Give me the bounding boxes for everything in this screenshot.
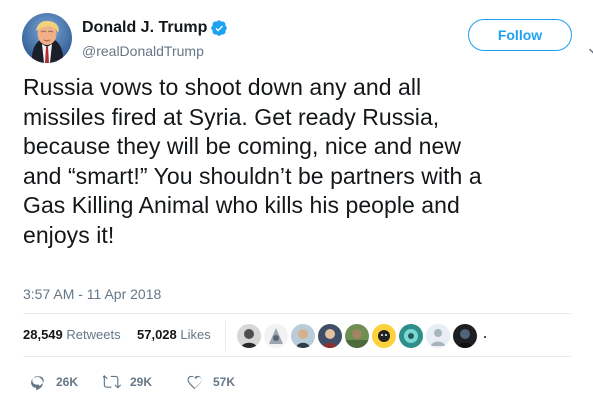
retweets-label: Retweets [66,327,121,342]
tweet-card: Donald J. Trump @realDonaldTrump Follow … [0,0,593,414]
retweets-value: 28,549 [23,327,63,342]
screen-name[interactable]: @realDonaldTrump [82,42,204,60]
liker-avatar-3[interactable] [291,324,315,348]
likes-label: Likes [180,327,211,342]
avatar-image [22,13,72,63]
reply-icon [29,373,47,391]
follow-button[interactable]: Follow [468,19,572,51]
retweet-count: 29K [130,375,153,389]
user-block: Donald J. Trump @realDonaldTrump [82,15,332,63]
liker-avatar-1[interactable] [237,324,261,348]
heart-icon [186,373,204,391]
liker-avatar-8[interactable] [426,324,450,348]
reply-button[interactable]: 26K [29,372,78,392]
retweet-icon [103,373,121,391]
liker-avatar-4[interactable] [318,324,342,348]
liker-avatar-5[interactable] [345,324,369,348]
tweet-text: Russia vows to shoot down any and all mi… [23,74,482,248]
facepile-more-indicator [484,336,486,338]
tweet-timestamp[interactable]: 3:57 AM - 11 Apr 2018 [23,285,161,303]
tweet-header: Donald J. Trump @realDonaldTrump Follow [22,13,593,65]
liker-facepile [237,324,497,348]
like-count: 57K [213,375,236,389]
liker-avatar-9[interactable] [453,324,477,348]
reply-count: 26K [56,375,79,389]
stats-divider [225,321,226,351]
divider-bottom [23,356,571,357]
avatar[interactable] [22,13,72,63]
likes-value: 57,028 [137,327,177,342]
like-button[interactable]: 57K [186,372,235,392]
display-name[interactable]: Donald J. Trump [82,18,207,38]
verified-badge-icon [211,19,228,37]
chevron-down-icon[interactable] [588,45,593,59]
divider-top [23,313,571,314]
tweet-actions: 26K 29K 57K [23,372,283,392]
liker-avatar-7[interactable] [399,324,423,348]
retweets-stat[interactable]: 28,549 Retweets [23,327,121,343]
display-name-row: Donald J. Trump [82,18,228,38]
retweet-button[interactable]: 29K [103,372,152,392]
tweet-stats: 28,549 Retweets 57,028 Likes [23,321,571,351]
liker-avatar-2[interactable] [264,324,288,348]
likes-stat[interactable]: 57,028 Likes [137,327,211,343]
liker-avatar-6[interactable] [372,324,396,348]
